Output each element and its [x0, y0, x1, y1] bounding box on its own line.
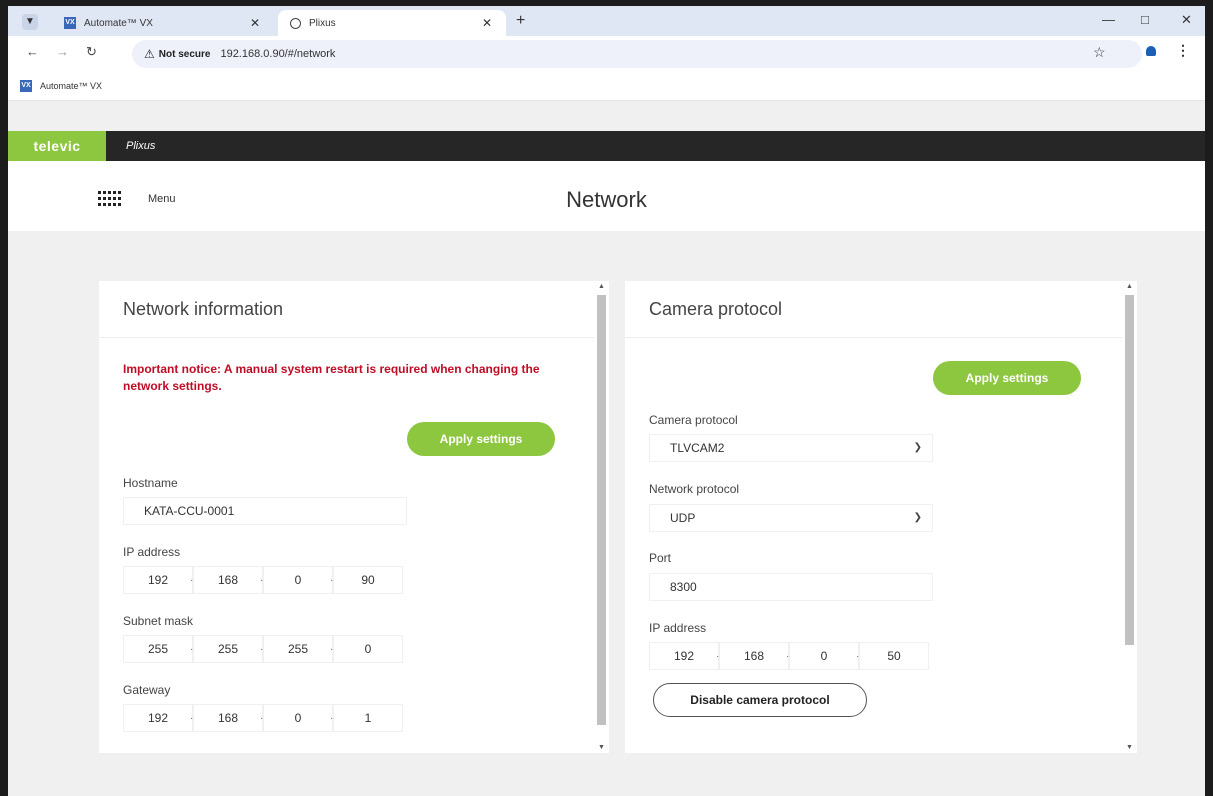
subnet-octet[interactable]: 255: [123, 635, 193, 663]
address-bar[interactable]: ⚠ Not secure 192.168.0.90/#/network: [132, 40, 1142, 68]
apply-settings-button[interactable]: Apply settings: [933, 361, 1081, 395]
apply-settings-button[interactable]: Apply settings: [407, 422, 555, 456]
gateway-octet[interactable]: 0: [263, 704, 333, 732]
ip-octet[interactable]: 90: [333, 566, 403, 594]
subnet-octet[interactable]: 0: [333, 635, 403, 663]
hostname-input[interactable]: KATA-CCU-0001: [123, 497, 407, 525]
ip-octet[interactable]: 168: [719, 642, 789, 670]
tab-title: Automate™ VX: [84, 17, 153, 29]
browser-toolbar: ← → ↻ ⚠ Not secure 192.168.0.90/#/networ…: [8, 36, 1205, 72]
app-header: televic Plixus: [8, 131, 1205, 161]
bookmark-star-icon[interactable]: ☆: [1093, 44, 1106, 61]
restart-notice: Important notice: A manual system restar…: [123, 362, 540, 393]
panel-scrollbar[interactable]: ▲ ▼: [1123, 281, 1137, 753]
selected-value: TLVCAM2: [670, 441, 725, 455]
maximize-icon[interactable]: □: [1141, 12, 1149, 27]
panel-divider: [625, 337, 1123, 338]
camera-protocol-select[interactable]: TLVCAM2 ❯: [649, 434, 933, 462]
main-content: Network information Important notice: A …: [8, 231, 1205, 796]
ip-octet[interactable]: 50: [859, 642, 929, 670]
page-title: Network: [566, 187, 647, 212]
back-icon[interactable]: ←: [26, 44, 39, 59]
reload-icon[interactable]: ↻: [86, 44, 97, 60]
subnet-octet[interactable]: 255: [263, 635, 333, 663]
camera-protocol-label: Camera protocol: [649, 413, 738, 427]
panel-divider: [99, 337, 595, 338]
port-input[interactable]: 8300: [649, 573, 933, 601]
network-protocol-label: Network protocol: [649, 482, 740, 496]
ip-address-label: IP address: [123, 545, 181, 559]
browser-window: ▼ VX Automate™ VX ✕ Plixus ✕ + — □ ✕ ← →…: [0, 0, 1213, 796]
subnet-mask-group: 255 · 255 · 255 · 0: [123, 635, 403, 663]
close-tab-icon[interactable]: ✕: [482, 16, 492, 30]
bookmark-automate[interactable]: Automate™ VX: [40, 81, 102, 91]
gateway-group: 192 · 168 · 0 · 1: [123, 704, 403, 732]
scroll-up-icon[interactable]: ▲: [1125, 283, 1134, 290]
product-name: Plixus: [126, 140, 156, 152]
network-information-panel: Network information Important notice: A …: [99, 281, 609, 753]
chevron-down-icon[interactable]: ❯: [914, 505, 922, 531]
subnet-octet[interactable]: 255: [193, 635, 263, 663]
scroll-down-icon[interactable]: ▼: [597, 744, 606, 751]
page-header: Menu Network: [8, 161, 1205, 231]
url-text[interactable]: 192.168.0.90/#/network: [220, 48, 335, 60]
port-label: Port: [649, 551, 672, 565]
gateway-octet[interactable]: 1: [333, 704, 403, 732]
panel-scrollbar[interactable]: ▲ ▼: [595, 281, 609, 753]
close-tab-icon[interactable]: ✕: [250, 16, 260, 30]
network-protocol-select[interactable]: UDP ❯: [649, 504, 933, 532]
profile-icon[interactable]: [1146, 46, 1156, 56]
tab-plixus[interactable]: Plixus ✕: [278, 10, 506, 36]
subnet-mask-label: Subnet mask: [123, 614, 194, 628]
camera-protocol-panel: Camera protocol Apply settings Camera pr…: [625, 281, 1137, 753]
gateway-octet[interactable]: 168: [193, 704, 263, 732]
ip-address-group: 192 · 168 · 0 · 90: [123, 566, 403, 594]
forward-icon[interactable]: →: [56, 44, 69, 59]
ip-octet[interactable]: 0: [789, 642, 859, 670]
panel-title: Network information: [123, 299, 284, 319]
tab-search-chevron-icon[interactable]: ▼: [22, 14, 38, 30]
scrollbar-thumb[interactable]: [1125, 295, 1134, 645]
minimize-icon[interactable]: —: [1102, 12, 1115, 27]
tab-strip: ▼ VX Automate™ VX ✕ Plixus ✕ + — □ ✕: [8, 6, 1205, 36]
new-tab-button[interactable]: +: [516, 12, 525, 30]
bookmarks-bar: VX Automate™ VX: [8, 72, 1205, 101]
hostname-label: Hostname: [123, 476, 178, 490]
gateway-octet[interactable]: 192: [123, 704, 193, 732]
scroll-down-icon[interactable]: ▼: [1125, 744, 1134, 751]
kebab-menu-icon[interactable]: ⋮: [1176, 42, 1190, 59]
ip-octet[interactable]: 168: [193, 566, 263, 594]
selected-value: UDP: [670, 511, 696, 525]
tab-title: Plixus: [309, 17, 336, 29]
panel-title: Camera protocol: [649, 299, 783, 319]
ip-octet[interactable]: 0: [263, 566, 333, 594]
globe-favicon-icon: [290, 17, 301, 29]
ip-octet[interactable]: 192: [123, 566, 193, 594]
automate-favicon-icon: VX: [64, 17, 76, 29]
gateway-label: Gateway: [123, 683, 171, 697]
ip-octet[interactable]: 192: [649, 642, 719, 670]
camera-ip-address-group: 192 · 168 · 0 · 50: [649, 642, 929, 670]
close-window-icon[interactable]: ✕: [1181, 12, 1192, 28]
scrollbar-thumb[interactable]: [597, 295, 606, 725]
brand-logo[interactable]: televic: [8, 131, 106, 161]
warning-icon: ⚠: [144, 47, 155, 61]
disable-camera-protocol-button[interactable]: Disable camera protocol: [653, 683, 867, 717]
security-label[interactable]: Not secure: [159, 49, 211, 60]
tab-automate[interactable]: VX Automate™ VX ✕: [54, 10, 274, 36]
automate-favicon-icon: VX: [20, 80, 32, 92]
scroll-up-icon[interactable]: ▲: [597, 283, 606, 290]
camera-ip-address-label: IP address: [649, 621, 707, 635]
chevron-down-icon[interactable]: ❯: [914, 435, 922, 461]
